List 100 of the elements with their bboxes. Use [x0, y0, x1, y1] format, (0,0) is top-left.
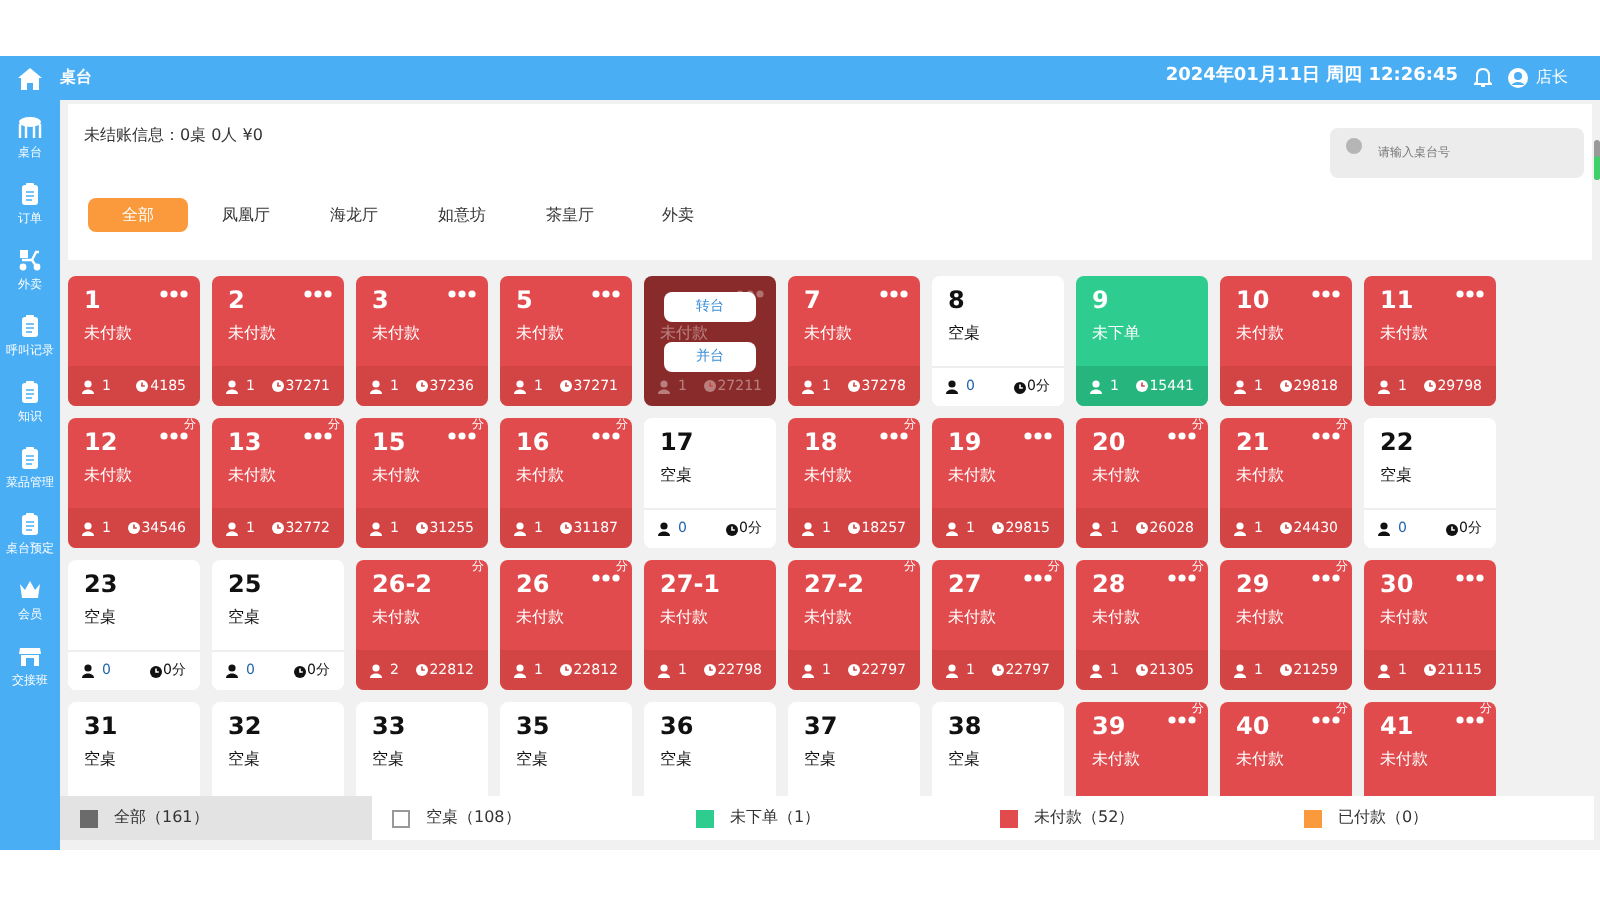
table-status: 未付款 [1236, 606, 1284, 630]
tab[interactable]: 茶皇厅 [520, 198, 620, 232]
table-status: 未付款 [948, 606, 996, 630]
table-status: 未付款 [1236, 464, 1284, 488]
table-number: 27-1 [660, 570, 721, 600]
table-status: 未付款 [1092, 464, 1140, 488]
table-number: 3 [372, 286, 389, 316]
table-status: 空桌 [228, 748, 260, 772]
legend-filter[interactable]: 已付款（0） [1284, 796, 1588, 840]
table-status: 空桌 [660, 748, 692, 772]
table-number: 27 [948, 570, 982, 600]
table-status: 未付款 [1092, 606, 1140, 630]
table-number: 23 [84, 570, 118, 600]
table-number: 13 [228, 428, 262, 458]
tab[interactable]: 如意坊 [412, 198, 512, 232]
table-status: 未付款 [1236, 322, 1284, 346]
legend-filter[interactable]: 未付款（52） [980, 796, 1284, 840]
table-number: 27-2 [804, 570, 865, 600]
table-number: 39 [1092, 712, 1126, 742]
table-number: 31 [84, 712, 118, 742]
table-status: 未付款 [804, 322, 852, 346]
table-number: 38 [948, 712, 982, 742]
table-status: 未付款 [516, 322, 564, 346]
table-status: 未付款 [804, 606, 852, 630]
table-status: 空桌 [516, 748, 548, 772]
table-number: 41 [1380, 712, 1414, 742]
table-status: 空桌 [84, 606, 116, 630]
table-card[interactable]: 33 空桌 [356, 702, 488, 796]
table-status: 未付款 [1236, 748, 1284, 772]
table-status: 未付款 [660, 322, 708, 346]
table-number: 2 [228, 286, 245, 316]
table-number: 37 [804, 712, 838, 742]
table-status: 未下单 [1092, 322, 1140, 346]
table-card[interactable]: 36 空桌 [644, 702, 776, 796]
legend-filter[interactable]: 未下单（1） [676, 796, 980, 840]
table-status: 未付款 [948, 464, 996, 488]
table-number: 9 [1092, 286, 1109, 316]
table-number: 29 [1236, 570, 1270, 600]
table-card[interactable]: 38 空桌 [932, 702, 1064, 796]
user-name[interactable]: 店长 [1536, 66, 1568, 90]
table-number: 25 [228, 570, 262, 600]
table-number: 35 [516, 712, 550, 742]
table-status: 空桌 [948, 322, 980, 346]
table-status: 未付款 [804, 464, 852, 488]
table-number: 40 [1236, 712, 1270, 742]
table-card[interactable]: 31 空桌 [68, 702, 200, 796]
table-card[interactable]: 32 空桌 [212, 702, 344, 796]
table-status: 未付款 [1092, 748, 1140, 772]
table-status: 空桌 [948, 748, 980, 772]
unsettled-summary: 未结账信息：0桌 0人 ¥0 [84, 124, 263, 148]
table-status: 空桌 [84, 748, 116, 772]
table-card[interactable]: 37 空桌 [788, 702, 920, 796]
tab[interactable]: 外卖 [628, 198, 728, 232]
table-number: 20 [1092, 428, 1126, 458]
table-number: 18 [804, 428, 838, 458]
table-number: 16 [516, 428, 550, 458]
table-status: 未付款 [372, 464, 420, 488]
table-number: 19 [948, 428, 982, 458]
tab[interactable]: 海龙厅 [304, 198, 404, 232]
table-status: 空桌 [1380, 464, 1412, 488]
table-number: 26-2 [372, 570, 433, 600]
table-number: 15 [372, 428, 406, 458]
table-number: 11 [1380, 286, 1414, 316]
table-number: 33 [372, 712, 406, 742]
table-number: 8 [948, 286, 965, 316]
table-status: 未付款 [228, 464, 276, 488]
table-status: 未付款 [516, 464, 564, 488]
tab[interactable]: 凤凰厅 [196, 198, 296, 232]
page-title: 桌台 [60, 66, 92, 90]
table-card[interactable]: 35 空桌 [500, 702, 632, 796]
table-status: 空桌 [228, 606, 260, 630]
table-status: 未付款 [1380, 606, 1428, 630]
table-status: 未付款 [84, 322, 132, 346]
table-status: 未付款 [84, 464, 132, 488]
table-status: 未付款 [228, 322, 276, 346]
table-number: 32 [228, 712, 262, 742]
table-number: 5 [516, 286, 533, 316]
legend-filter[interactable]: 全部（161） [60, 796, 372, 840]
legend-filter[interactable]: 空桌（108） [372, 796, 676, 840]
table-status: 空桌 [804, 748, 836, 772]
table-number: 10 [1236, 286, 1270, 316]
table-number: 12 [84, 428, 118, 458]
table-number: 36 [660, 712, 694, 742]
table-number: 22 [1380, 428, 1414, 458]
table-status: 未付款 [516, 606, 564, 630]
table-status: 空桌 [660, 464, 692, 488]
table-number: 17 [660, 428, 694, 458]
table-number: 7 [804, 286, 821, 316]
table-status: 未付款 [660, 606, 708, 630]
table-number: 21 [1236, 428, 1270, 458]
table-status: 空桌 [372, 748, 404, 772]
table-status: 未付款 [372, 606, 420, 630]
table-number: 30 [1380, 570, 1414, 600]
table-status: 未付款 [1380, 322, 1428, 346]
date-time: 2024年01月11日 周四 12:26:45 [1165, 64, 1458, 91]
table-number: 26 [516, 570, 550, 600]
table-status: 未付款 [1380, 748, 1428, 772]
table-number: 28 [1092, 570, 1126, 600]
table-status: 未付款 [372, 322, 420, 346]
table-number: 1 [84, 286, 101, 316]
